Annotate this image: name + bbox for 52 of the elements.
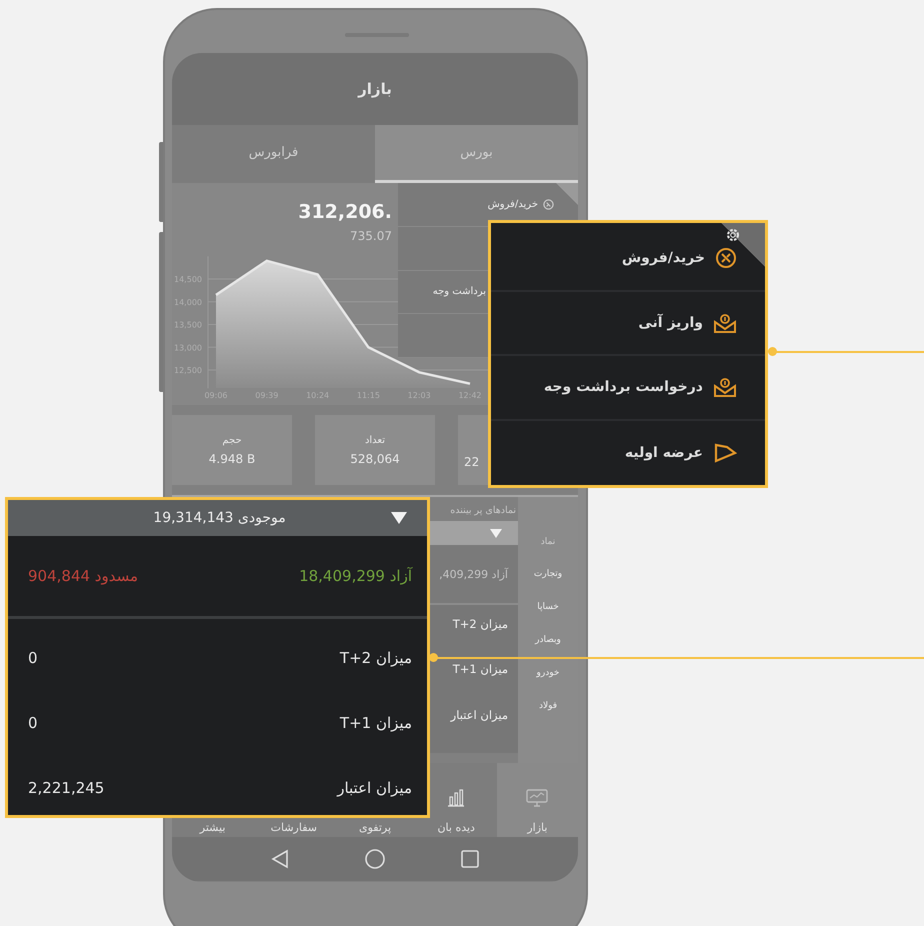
home-icon[interactable]	[365, 849, 385, 869]
nav-tab[interactable]: سفارشات	[266, 821, 321, 837]
balance-label: میزان T+2	[452, 617, 508, 633]
recent-apps-icon[interactable]	[461, 850, 479, 868]
monitor-icon	[526, 789, 548, 807]
envelope-icon	[713, 377, 737, 398]
menu-item[interactable]: خرید/فروش	[488, 198, 538, 210]
symbol-item[interactable]: فولاد	[538, 701, 558, 734]
nav-tab[interactable]: پرتفوی	[354, 821, 396, 837]
menu-item[interactable]: درخواست برداشت وجه	[491, 356, 765, 420]
menu-item[interactable]: عرضه اولیه	[491, 420, 765, 485]
bar-chart-icon	[447, 789, 466, 807]
back-icon[interactable]	[271, 849, 289, 869]
balance-label: میزان اعتبار	[337, 778, 412, 796]
balance-value: 0	[28, 648, 38, 666]
blocked-balance: مسدود 904,844	[28, 567, 138, 585]
index-value: 312,206.	[298, 201, 392, 223]
balance-label: میزان T+2	[340, 648, 412, 666]
flag-icon	[713, 442, 737, 463]
stat-label: تعداد	[364, 434, 386, 446]
free-balance: آزاد 409,299,	[439, 568, 508, 580]
symbol-header: نماد	[540, 537, 556, 549]
symbol-item[interactable]: خودرو	[536, 668, 560, 701]
dropdown-icon	[391, 512, 407, 524]
stat-label: حجم	[222, 434, 242, 446]
settings-icon[interactable]	[724, 226, 742, 244]
balance-value: 2,221,245	[28, 778, 104, 796]
symbol-item[interactable]: وبصادر	[535, 635, 561, 668]
menu-item[interactable]: برداشت وجه	[432, 286, 486, 298]
balance-value: 0	[28, 714, 38, 732]
free-balance: آزاد 18,409,299	[299, 567, 412, 585]
nav-tab[interactable]: دیده بان	[433, 789, 479, 837]
header-title: بازار	[358, 80, 392, 98]
stat-value: 4.948 B	[208, 452, 256, 466]
envelope-icon	[713, 312, 737, 333]
symbol-item[interactable]: وتجارت	[534, 569, 562, 602]
symbol-item[interactable]: خساپا	[537, 602, 559, 635]
nav-tab[interactable]: بازار	[496, 763, 578, 837]
balance-total: موجودی 19,314,143	[152, 510, 287, 526]
nav-tab[interactable]: بیشتر	[196, 821, 230, 837]
market-tab[interactable]: بورس	[375, 125, 578, 183]
stat-value: 528,064	[350, 452, 400, 466]
section-title: نمادهای پر بیننده	[450, 504, 517, 518]
balance-label: میزان T+1	[340, 714, 412, 732]
balance-header[interactable]: موجودی 19,314,143	[8, 500, 427, 536]
market-tab[interactable]: فرابورس	[172, 125, 375, 183]
balance-label: میزان اعتبار	[450, 708, 508, 724]
dropdown-icon	[490, 528, 502, 538]
index-change: 735.07	[350, 229, 392, 243]
menu-item[interactable]: واریز آنی	[491, 292, 765, 356]
stat-value: 22	[464, 455, 480, 469]
balance-label: میزان T+1	[452, 662, 508, 678]
